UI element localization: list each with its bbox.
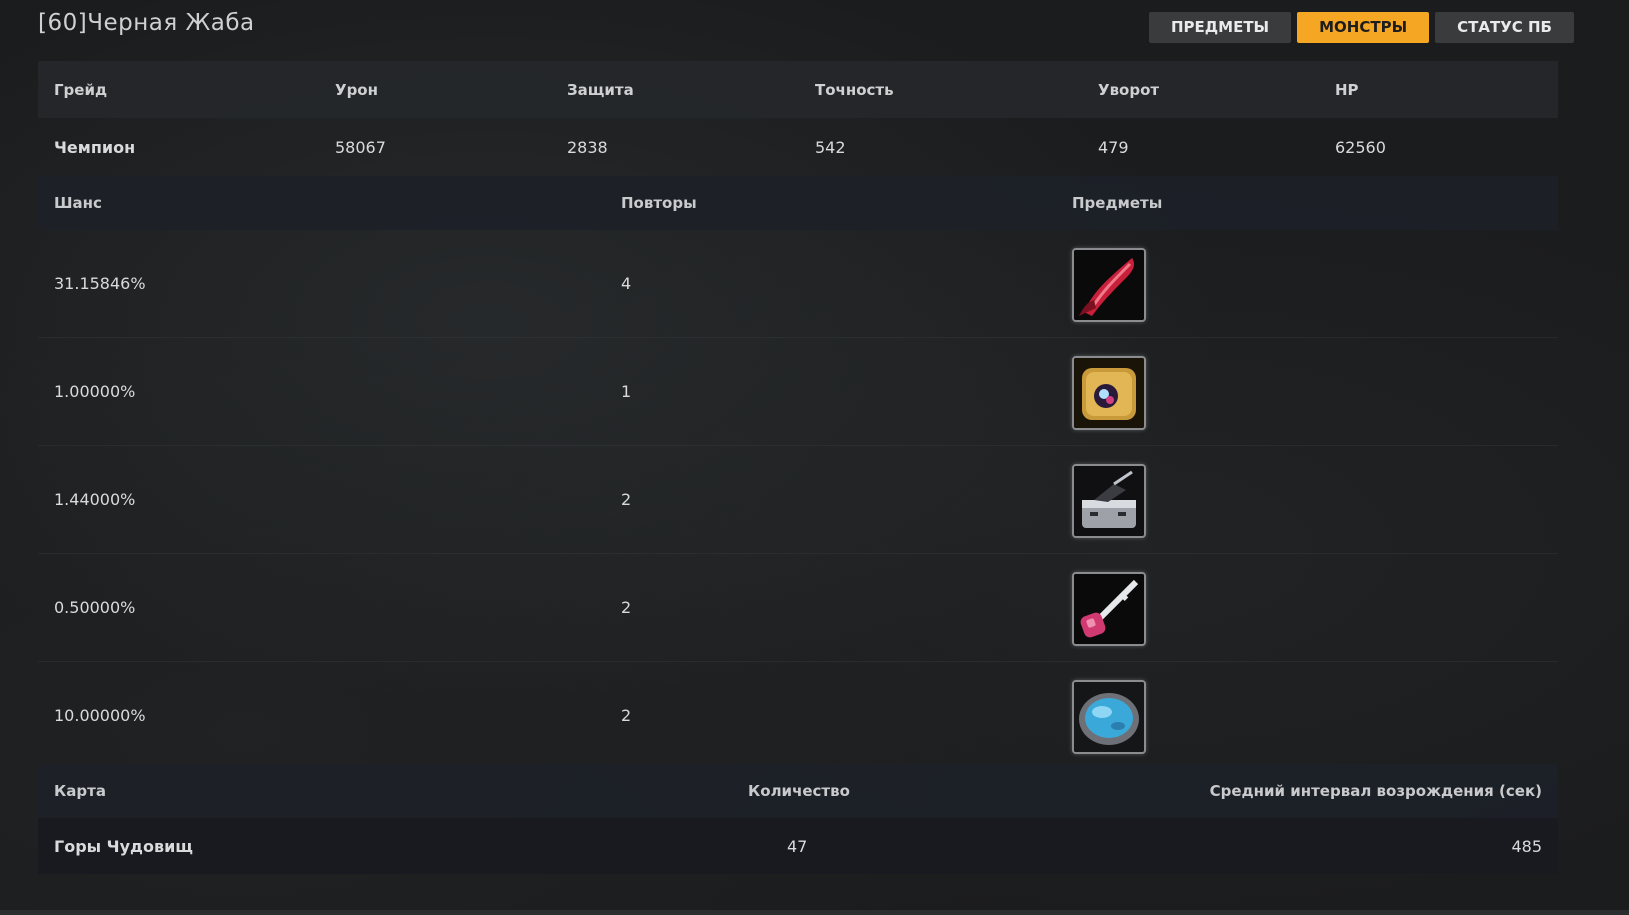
value-defense: 2838 — [567, 137, 608, 157]
stats-table: Грейд Урон Защита Точность Уворот HP Чем… — [38, 61, 1558, 176]
stats-value-row: Чемпион 58067 2838 542 479 62560 — [38, 118, 1558, 176]
golden-chest-icon[interactable] — [1072, 356, 1146, 430]
tab-pb-status[interactable]: СТАТУС ПБ — [1435, 12, 1574, 43]
value-grade: Чемпион — [54, 137, 136, 157]
value-damage: 58067 — [335, 137, 386, 157]
value-hp: 62560 — [1335, 137, 1386, 157]
drop-chance: 1.00000% — [54, 382, 136, 401]
header-respawn: Средний интервал возрождения (сек) — [1209, 782, 1542, 800]
drop-repeats: 4 — [621, 274, 632, 293]
value-map[interactable]: Горы Чудовищ — [54, 837, 193, 856]
header-damage: Урон — [335, 80, 378, 99]
drop-repeats: 2 — [621, 598, 632, 617]
value-evasion: 479 — [1098, 137, 1129, 157]
drop-row: 10.00000% 2 — [38, 662, 1558, 770]
header-count: Количество — [748, 782, 850, 800]
drop-row: 1.00000% 1 — [38, 338, 1558, 446]
pink-key-icon[interactable] — [1072, 572, 1146, 646]
header-map: Карта — [54, 782, 106, 800]
header-defense: Защита — [567, 80, 634, 99]
tab-monsters[interactable]: МОНСТРЫ — [1297, 12, 1430, 43]
header-items: Предметы — [1072, 194, 1163, 212]
value-respawn: 485 — [1511, 836, 1542, 856]
spawn-table: Карта Количество Средний интервал возрож… — [38, 764, 1558, 874]
drops-table: Шанс Повторы Предметы 31.15846% 4 1.0000… — [38, 176, 1558, 770]
drops-header-row: Шанс Повторы Предметы — [38, 176, 1558, 230]
header-accuracy: Точность — [815, 80, 894, 99]
header-chance: Шанс — [54, 194, 102, 212]
monster-title: [60]Черная Жаба — [38, 10, 255, 36]
drop-chance: 10.00000% — [54, 706, 146, 725]
header-repeats: Повторы — [621, 194, 697, 212]
drop-chance: 31.15846% — [54, 274, 146, 293]
header-grade: Грейд — [54, 80, 108, 99]
tab-bar: ПРЕДМЕТЫ МОНСТРЫ СТАТУС ПБ — [1149, 12, 1574, 43]
spawn-header-row: Карта Количество Средний интервал возрож… — [38, 764, 1558, 818]
bottom-divider — [0, 910, 1629, 915]
value-count: 47 — [787, 836, 808, 856]
header-hp: HP — [1335, 80, 1359, 99]
drop-repeats: 2 — [621, 490, 632, 509]
blue-stone-icon[interactable] — [1072, 680, 1146, 754]
drop-repeats: 1 — [621, 382, 632, 401]
drop-row: 31.15846% 4 — [38, 230, 1558, 338]
stats-header-row: Грейд Урон Защита Точность Уворот HP — [38, 61, 1558, 118]
header-evasion: Уворот — [1098, 80, 1160, 99]
value-accuracy: 542 — [815, 137, 846, 157]
drop-chance: 0.50000% — [54, 598, 136, 617]
tab-items[interactable]: ПРЕДМЕТЫ — [1149, 12, 1292, 43]
drop-chance: 1.44000% — [54, 490, 136, 509]
metal-box-icon[interactable] — [1072, 464, 1146, 538]
drop-repeats: 2 — [621, 706, 632, 725]
spawn-value-row: Горы Чудовищ 47 485 — [38, 818, 1558, 874]
red-tongue-icon[interactable] — [1072, 248, 1146, 322]
drop-row: 0.50000% 2 — [38, 554, 1558, 662]
drop-row: 1.44000% 2 — [38, 446, 1558, 554]
